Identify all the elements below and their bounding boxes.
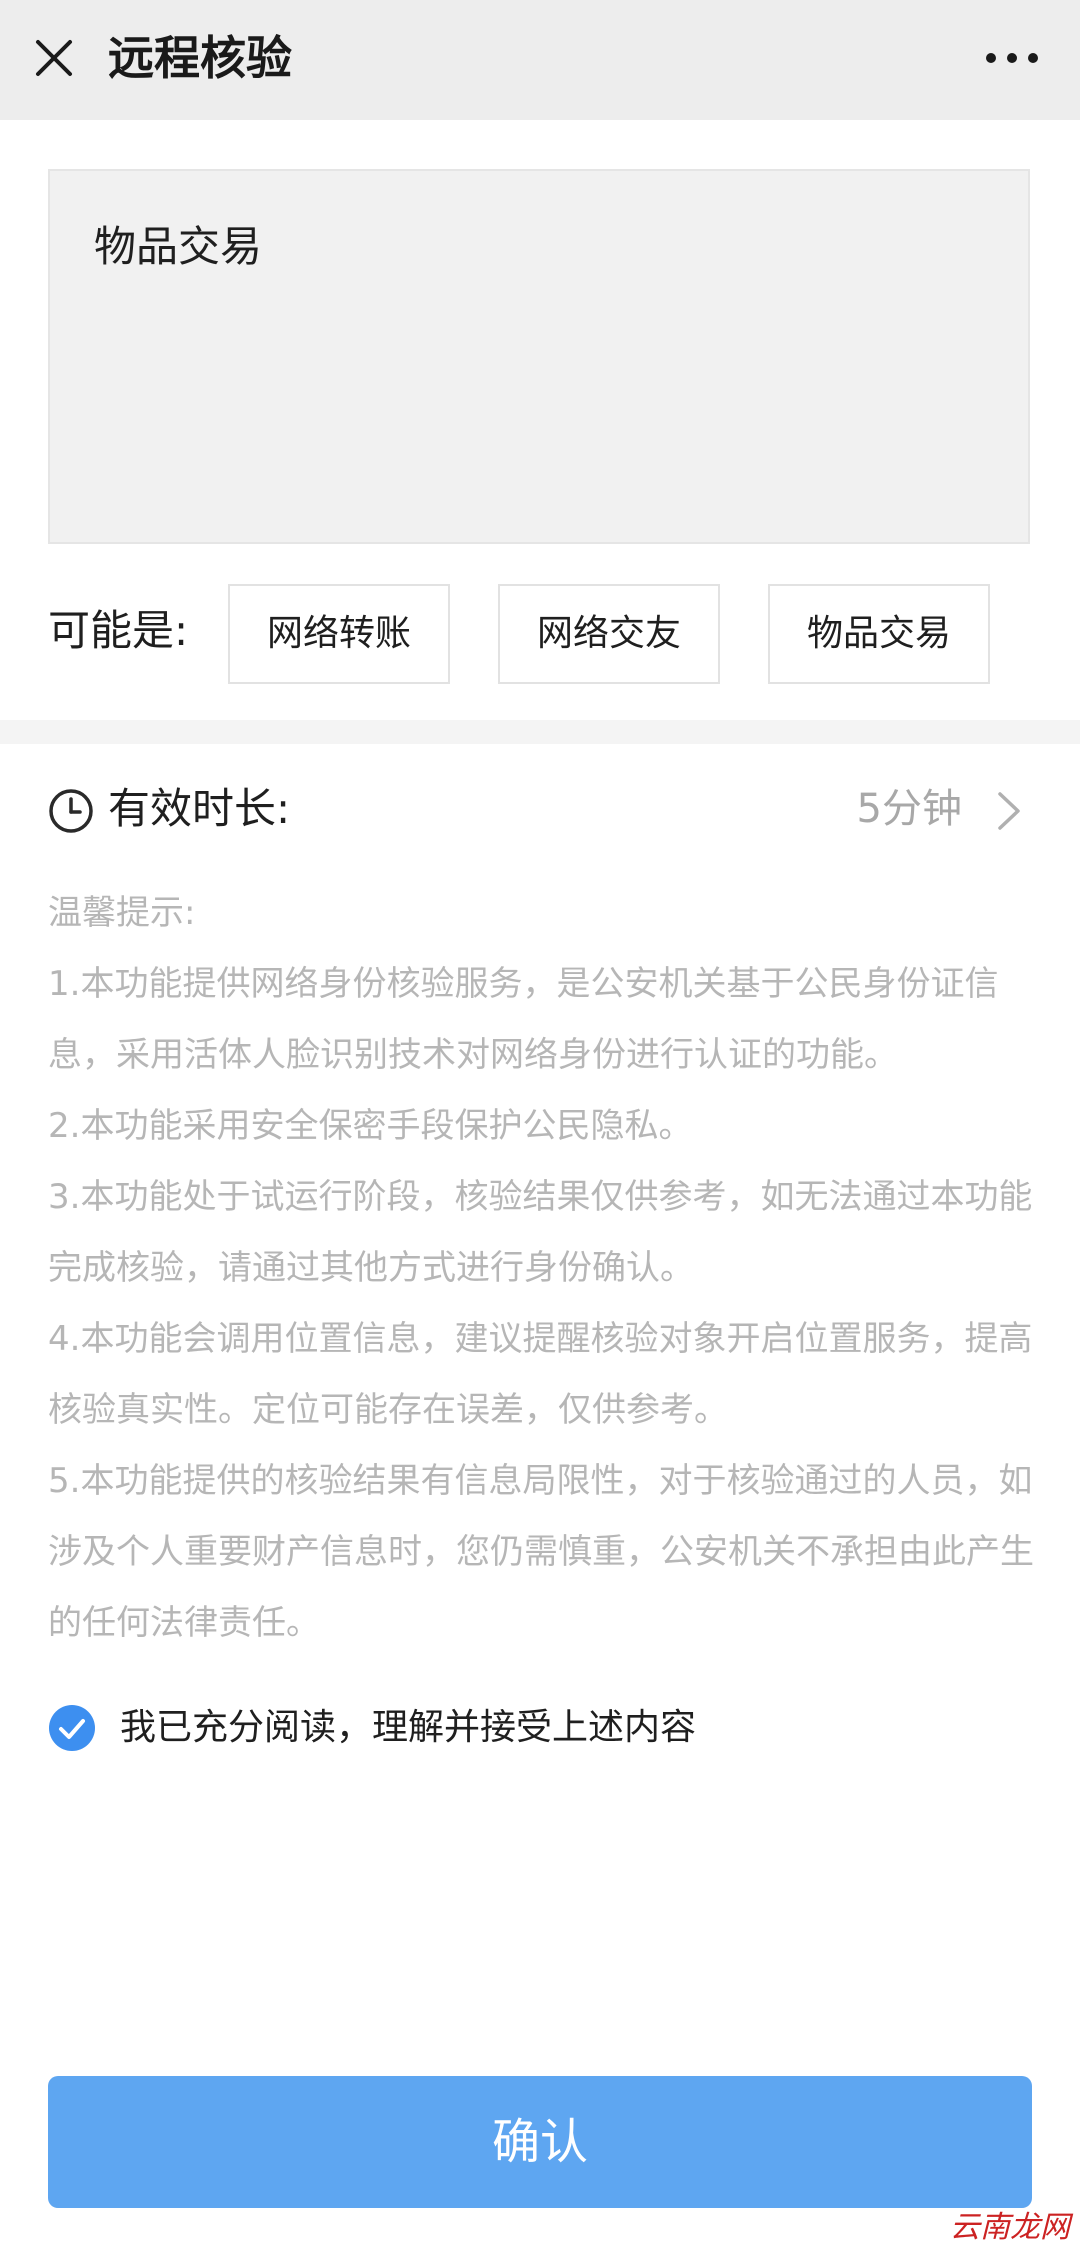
purpose-input-value: 物品交易 [94, 222, 263, 271]
more-button[interactable] [964, 26, 1060, 90]
navbar: 远程核验 [0, 0, 1080, 120]
clock-icon [49, 789, 93, 833]
more-dots-icon [986, 53, 1038, 63]
suggestion-option-dating[interactable]: 网络交友 [498, 584, 720, 684]
tips-heading: 温馨提示: [48, 893, 196, 933]
tip-item: 5.本功能提供的核验结果有信息局限性，对于核验通过的人员，如涉及个人重要财产信息… [48, 1461, 1034, 1643]
tip-item: 4.本功能会调用位置信息，建议提醒核验对象开启位置服务，提高核验真实性。定位可能… [48, 1319, 1033, 1430]
check-circle-icon [49, 1705, 95, 1751]
duration-row[interactable]: 有效时长: 5分钟 [0, 760, 1080, 856]
tip-item: 3.本功能处于试运行阶段，核验结果仅供参考，如无法通过本功能完成核验，请通过其他… [48, 1177, 1033, 1288]
tips-section: 温馨提示: 1.本功能提供网络身份核验服务，是公安机关基于公民身份证信息，采用活… [48, 878, 1034, 1659]
agreement-label: 我已充分阅读，理解并接受上述内容 [120, 1707, 697, 1748]
page-title: 远程核验 [108, 31, 292, 85]
watermark-logo: 云南龙网 [950, 2210, 1070, 2245]
suggestion-option-trade[interactable]: 物品交易 [768, 584, 990, 684]
duration-label: 有效时长: [108, 784, 291, 833]
suggestion-option-transfer[interactable]: 网络转账 [228, 584, 450, 684]
close-button[interactable] [22, 26, 86, 90]
tip-item: 1.本功能提供网络身份核验服务，是公安机关基于公民身份证信息，采用活体人脸识别技… [48, 964, 999, 1075]
suggestions-label: 可能是: [48, 606, 189, 655]
section-divider [0, 720, 1080, 744]
tip-item: 2.本功能采用安全保密手段保护公民隐私。 [48, 1106, 693, 1146]
purpose-input[interactable]: 物品交易 [48, 169, 1030, 544]
confirm-button[interactable]: 确认 [48, 2076, 1032, 2208]
duration-value: 5分钟 [856, 786, 962, 832]
chevron-right-icon [998, 792, 1020, 830]
close-icon [36, 40, 72, 76]
